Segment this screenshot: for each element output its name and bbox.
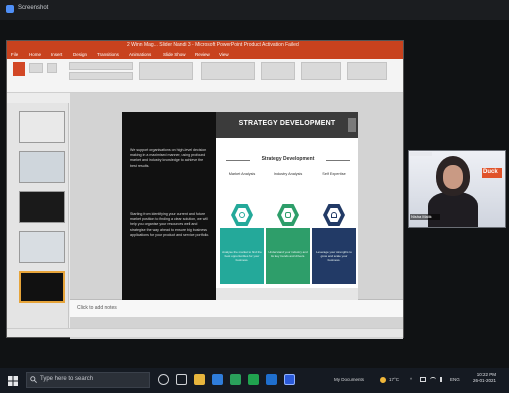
slide-thumbnail[interactable] (19, 111, 65, 143)
slide-thumbnail[interactable] (19, 191, 65, 223)
slide-heading: STRATEGY DEVELOPMENT (238, 120, 336, 127)
tab-insert[interactable]: Insert (51, 52, 62, 57)
shapes-gallery[interactable] (201, 62, 255, 80)
window-title: 2 Winn Mag... Slider Nandi 3 - Microsoft… (127, 42, 299, 48)
diagram-title: Strategy Development (250, 156, 326, 162)
font-family-select[interactable] (69, 62, 133, 70)
task-view-icon[interactable] (176, 374, 187, 385)
column-caption-market: Analyse the market to find the best oppo… (222, 250, 262, 262)
volume-icon[interactable] (440, 377, 445, 382)
slide-accent-block (348, 118, 356, 132)
tab-slide-show[interactable]: Slide Show (163, 52, 186, 57)
search-placeholder: Type here to search (40, 376, 94, 382)
new-slide-button[interactable] (29, 63, 43, 73)
search-icon (30, 376, 37, 383)
chrome-icon[interactable] (230, 374, 241, 385)
editing-group[interactable] (347, 62, 387, 80)
target-icon (239, 212, 245, 218)
slide-thumbnail-selected[interactable] (19, 271, 65, 303)
whatsapp-icon[interactable] (248, 374, 259, 385)
tab-home[interactable]: Home (29, 52, 41, 57)
windows-start-icon[interactable] (8, 376, 18, 386)
quick-styles-button[interactable] (301, 62, 341, 80)
webcam-logos-strip (410, 152, 432, 156)
tray-label[interactable]: My Documents (334, 377, 364, 382)
column-label-market: Market Analysis (228, 172, 256, 176)
screenshot-title-bar (0, 0, 509, 20)
system-clock[interactable]: 10:22 PM 26-01-2021 (472, 372, 496, 384)
zoom-icon[interactable] (284, 374, 295, 385)
column-label-expertise: Self Expertise (322, 172, 346, 176)
weather-icon[interactable] (380, 377, 386, 383)
brand-logo-text: Duck (483, 169, 498, 175)
slide-text-panel (122, 112, 216, 300)
tab-review[interactable]: Review (195, 52, 210, 57)
arrange-button[interactable] (261, 62, 295, 80)
notes-pane[interactable] (70, 299, 403, 317)
notes-placeholder: Click to add notes (77, 305, 117, 311)
clock-date: 26-01-2021 (472, 378, 496, 383)
participant-name: Nisha Malik (411, 214, 432, 219)
status-bar (7, 328, 403, 337)
tab-transitions[interactable]: Transitions (97, 52, 119, 57)
app-title: Screenshot (18, 5, 49, 11)
slide-paragraph-2: Starting from identifying your current a… (130, 212, 210, 237)
participant-body (428, 192, 478, 227)
wifi-icon[interactable] (430, 377, 436, 382)
slide-footer-strip (216, 288, 358, 300)
battery-icon[interactable] (420, 377, 426, 382)
tab-file[interactable]: File (11, 52, 18, 57)
slide-thumbnail[interactable] (19, 231, 65, 263)
font-format-group[interactable] (69, 72, 133, 80)
column-caption-industry: Understand your industry and its key tre… (268, 250, 308, 258)
paste-button[interactable] (13, 62, 25, 76)
paragraph-group[interactable] (139, 62, 193, 80)
app-icon (6, 5, 14, 13)
column-caption-expertise: Leverage your strengths to grow and scal… (316, 250, 352, 262)
slide-thumbnail[interactable] (19, 151, 65, 183)
word-icon[interactable] (266, 374, 277, 385)
language-indicator[interactable]: ENG (450, 377, 460, 382)
slide-paragraph-1: We support organisations on high-level d… (130, 148, 207, 168)
temperature: 17°C (389, 377, 400, 382)
file-explorer-icon[interactable] (194, 374, 205, 385)
tab-design[interactable]: Design (73, 52, 87, 57)
cortana-icon[interactable] (158, 374, 169, 385)
column-label-industry: Industry Analysis (273, 172, 303, 176)
tab-view[interactable]: View (219, 52, 229, 57)
person-icon (331, 212, 337, 218)
tab-animations[interactable]: Animations (129, 52, 151, 57)
tray-chevron-icon[interactable]: ^ (410, 377, 412, 382)
participant-face (443, 165, 463, 189)
browser-edge-icon[interactable] (212, 374, 223, 385)
layout-button[interactable] (47, 63, 57, 73)
chart-icon (285, 212, 291, 218)
